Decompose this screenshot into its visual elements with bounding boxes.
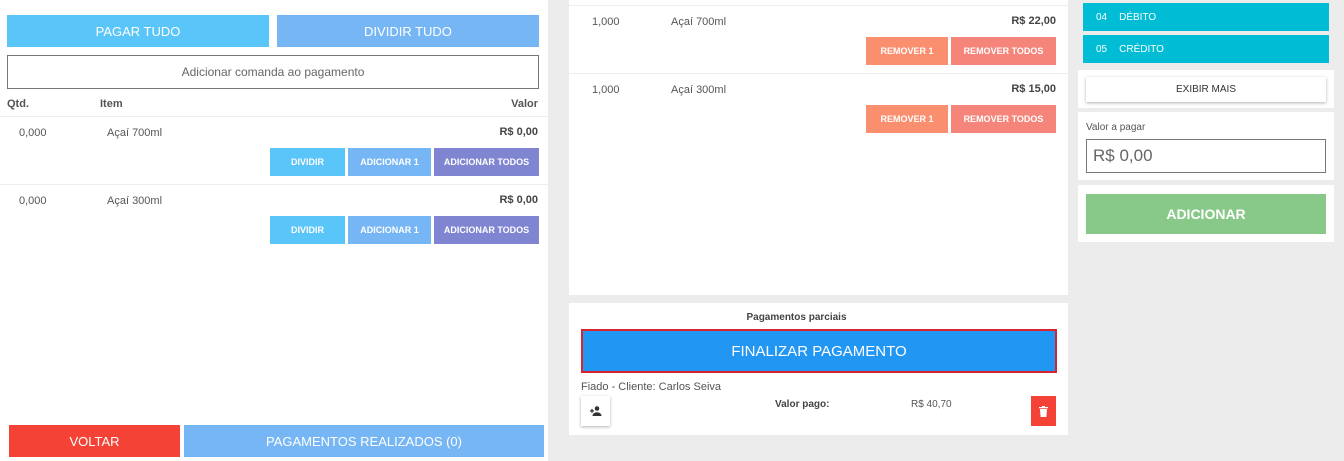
item-qty: 1,000 xyxy=(592,84,620,96)
remove-one-button[interactable]: REMOVER 1 xyxy=(866,37,948,65)
amount-to-pay-label: Valor a pagar xyxy=(1086,122,1146,133)
paid-amount-value: R$ 40,70 xyxy=(911,399,952,410)
item-value: R$ 22,00 xyxy=(1011,15,1056,27)
add-one-button[interactable]: ADICIONAR 1 xyxy=(348,148,431,176)
add-comanda-button[interactable]: Adicionar comanda ao pagamento xyxy=(7,55,539,89)
finalize-payment-button[interactable]: FINALIZAR PAGAMENTO xyxy=(581,329,1057,373)
item-name: Açaí 300ml xyxy=(107,195,163,207)
remove-all-button[interactable]: REMOVER TODOS xyxy=(951,105,1056,133)
person-add-icon xyxy=(589,406,601,416)
trash-icon xyxy=(1039,405,1048,417)
item-value: R$ 0,00 xyxy=(499,126,538,138)
payment-method-label: CRÉDITO xyxy=(1119,43,1164,55)
add-one-button[interactable]: ADICIONAR 1 xyxy=(348,216,431,244)
delete-payment-button[interactable] xyxy=(1031,396,1056,426)
split-all-button[interactable]: DIVIDIR TUDO xyxy=(277,15,539,47)
show-more-container: EXIBIR MAIS xyxy=(1078,70,1334,108)
divide-button[interactable]: DIVIDIR xyxy=(270,216,345,244)
column-header-item: Item xyxy=(100,98,123,110)
back-button[interactable]: VOLTAR xyxy=(9,425,180,457)
payment-item-row: 1,000 Açaí 300ml R$ 15,00 REMOVER 1 REMO… xyxy=(569,73,1068,141)
add-client-button[interactable] xyxy=(581,396,610,426)
column-header-qty: Qtd. xyxy=(7,98,29,110)
payment-method-code: 04 xyxy=(1096,11,1108,23)
payment-method-credit[interactable]: 05 CRÉDITO xyxy=(1083,35,1329,63)
amount-to-pay-box: Valor a pagar xyxy=(1078,112,1334,180)
column-header-value: Valor xyxy=(511,98,538,110)
item-name: Açaí 700ml xyxy=(107,127,163,139)
remove-all-button[interactable]: REMOVER TODOS xyxy=(951,37,1056,65)
comanda-item-row: 0,000 Açaí 300ml R$ 0,00 DIVIDIR ADICION… xyxy=(0,184,548,252)
payments-done-button[interactable]: PAGAMENTOS REALIZADOS (0) xyxy=(184,425,544,457)
payment-methods-panel: 04 DÉBITO 05 CRÉDITO EXIBIR MAIS Valor a… xyxy=(1078,0,1334,242)
item-qty: 0,000 xyxy=(19,195,47,207)
payment-method-debit[interactable]: 04 DÉBITO xyxy=(1083,3,1329,31)
payment-method-label: DÉBITO xyxy=(1119,11,1157,23)
show-more-button[interactable]: EXIBIR MAIS xyxy=(1086,77,1326,102)
item-name: Açaí 300ml xyxy=(671,84,727,96)
fiado-client-label: Fiado - Cliente: Carlos Seiva xyxy=(581,381,722,393)
partial-payments-title: Pagamentos parciais xyxy=(746,312,847,323)
item-name: Açaí 700ml xyxy=(671,16,727,28)
remove-one-button[interactable]: REMOVER 1 xyxy=(866,105,948,133)
add-payment-container: ADICIONAR xyxy=(1078,185,1334,242)
pay-all-button[interactable]: PAGAR TUDO xyxy=(7,15,269,47)
paid-amount-label: Valor pago: xyxy=(775,399,830,410)
add-all-button[interactable]: ADICIONAR TODOS xyxy=(434,216,539,244)
item-value: R$ 15,00 xyxy=(1011,83,1056,95)
item-qty: 1,000 xyxy=(592,16,620,28)
item-qty: 0,000 xyxy=(19,127,47,139)
divide-button[interactable]: DIVIDIR xyxy=(270,148,345,176)
add-payment-button[interactable]: ADICIONAR xyxy=(1086,194,1326,234)
comanda-item-row: 0,000 Açaí 700ml R$ 0,00 DIVIDIR ADICION… xyxy=(0,116,548,184)
payment-item-row: 1,000 Açaí 700ml R$ 22,00 REMOVER 1 REMO… xyxy=(569,5,1068,73)
payment-items-panel: 1,000 Açaí 700ml R$ 22,00 REMOVER 1 REMO… xyxy=(569,0,1068,295)
amount-to-pay-input[interactable] xyxy=(1086,139,1326,173)
item-value: R$ 0,00 xyxy=(499,194,538,206)
add-all-button[interactable]: ADICIONAR TODOS xyxy=(434,148,539,176)
partial-payments-panel: Pagamentos parciais FINALIZAR PAGAMENTO … xyxy=(569,303,1068,435)
comanda-items-panel: PAGAR TUDO DIVIDIR TUDO Adicionar comand… xyxy=(0,0,548,461)
payment-method-code: 05 xyxy=(1096,43,1108,55)
